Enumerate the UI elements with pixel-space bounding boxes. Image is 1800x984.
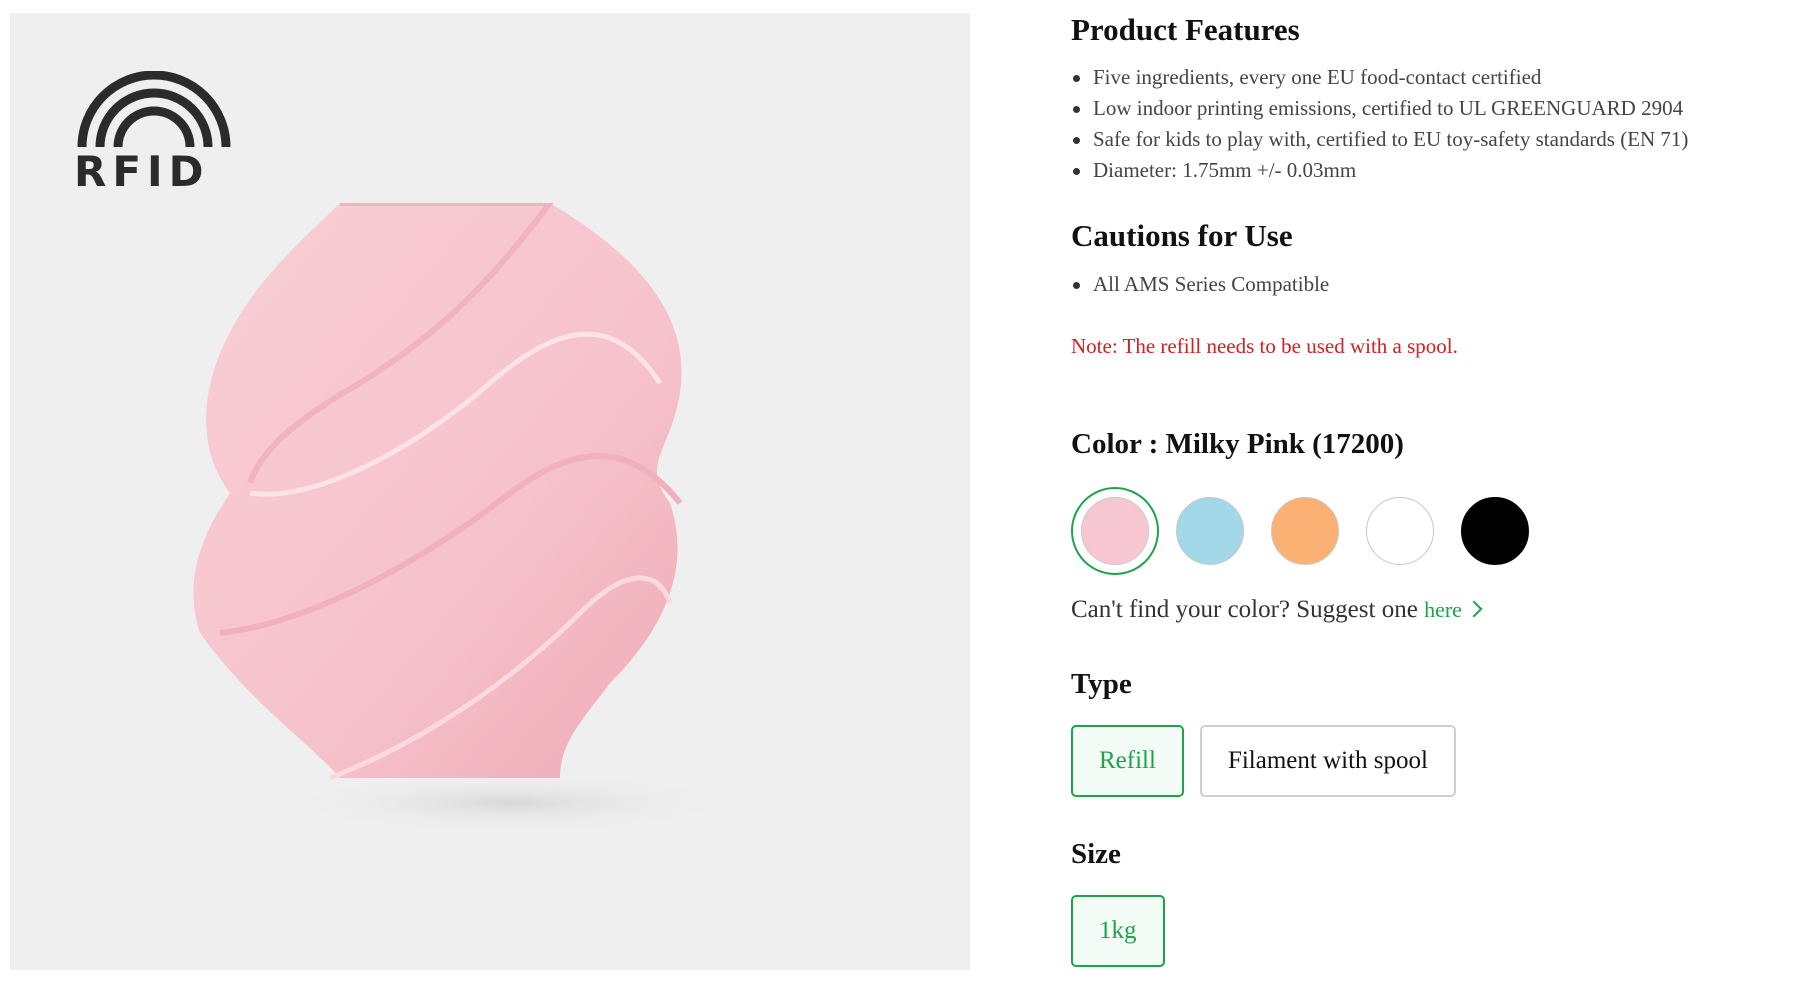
product-page: RFID Product Features Five ingredients, … [0,0,1800,984]
chevron-right-icon [1465,600,1483,618]
swatch-fill [1461,497,1529,565]
list-item: Low indoor printing emissions, certified… [1071,93,1688,124]
swatch-fill [1081,497,1149,565]
suggest-text: Can't find your color? Suggest one [1071,596,1425,623]
rfid-label: RFID [74,147,210,196]
size-option-1kg[interactable]: 1kg [1071,895,1165,967]
type-options: Refill Filament with spool [1071,725,1472,797]
spiral-vase-icon [193,203,740,833]
cautions-list: All AMS Series Compatible [1071,269,1329,300]
list-item: Diameter: 1.75mm +/- 0.03mm [1071,155,1688,186]
type-option-refill[interactable]: Refill [1071,725,1184,797]
size-label: Size [1071,838,1121,870]
swatch-fill [1366,497,1434,565]
type-label: Type [1071,668,1132,700]
color-swatch-light-blue[interactable] [1166,487,1254,575]
list-item: All AMS Series Compatible [1071,269,1329,300]
type-option-filament-with-spool[interactable]: Filament with spool [1199,725,1456,797]
suggest-link-label: here [1424,597,1462,622]
list-item: Five ingredients, every one EU food-cont… [1071,62,1688,93]
color-swatches [1071,487,1546,575]
color-swatch-black[interactable] [1451,487,1539,575]
product-features-title: Product Features [1071,12,1300,47]
color-swatch-orange[interactable] [1261,487,1349,575]
color-swatch-milky-pink[interactable] [1071,487,1159,575]
product-image[interactable]: RFID [10,13,970,970]
swatch-fill [1271,497,1339,565]
swatch-fill [1176,497,1244,565]
refill-note: Note: The refill needs to be used with a… [1071,334,1458,358]
size-options: 1kg [1071,895,1181,967]
cautions-title: Cautions for Use [1071,218,1293,253]
features-list: Five ingredients, every one EU food-cont… [1071,62,1688,186]
suggest-link[interactable]: here [1424,597,1483,622]
color-swatch-white[interactable] [1356,487,1444,575]
list-item: Safe for kids to play with, certified to… [1071,124,1688,155]
suggest-color: Can't find your color? Suggest one here [1071,596,1483,624]
color-label: Color : Milky Pink (17200) [1071,428,1404,460]
